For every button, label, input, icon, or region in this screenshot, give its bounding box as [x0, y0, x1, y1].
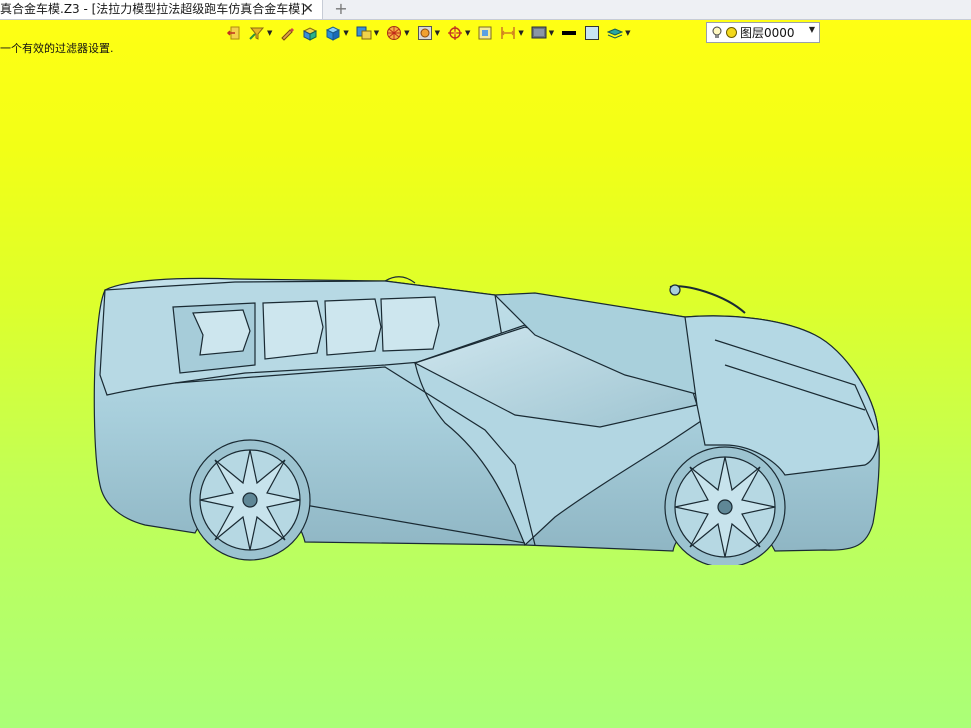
front-wheel — [664, 446, 786, 565]
chevron-down-icon: ▼ — [434, 29, 440, 37]
chevron-down-icon: ▼ — [343, 29, 349, 37]
snap-icon — [417, 26, 432, 40]
measure-button[interactable]: ▼ — [500, 22, 524, 44]
display-button[interactable]: ▼ — [531, 22, 554, 44]
line-color-button[interactable] — [561, 22, 577, 44]
lightbulb-icon — [712, 26, 722, 38]
main-toolbar: ▼ ▼ ▼ ▼ ▼ ▼ ▼ ▼ ▼ — [226, 22, 638, 44]
close-tab-icon[interactable]: ✕ — [300, 1, 316, 17]
fill-color-button[interactable] — [584, 22, 600, 44]
chevron-down-icon: ▼ — [464, 29, 471, 37]
layer-stack-icon — [607, 28, 624, 39]
chevron-down-icon: ▼ — [625, 29, 631, 37]
pencil-icon — [281, 28, 295, 41]
chevron-down-icon: ▼ — [373, 29, 380, 37]
view-mode-icon — [356, 26, 372, 40]
car-model[interactable] — [85, 255, 885, 565]
measure-icon — [501, 27, 516, 39]
line-color-swatch — [562, 31, 577, 35]
dimension-button[interactable] — [477, 22, 493, 44]
pencil-button[interactable] — [279, 22, 295, 44]
chevron-down-icon: ▼ — [267, 29, 273, 37]
fill-color-swatch — [585, 26, 600, 40]
layer-name: 图层0000 — [740, 26, 795, 40]
new-tab-button[interactable]: + — [332, 0, 350, 19]
view-mode-button[interactable]: ▼ — [356, 22, 379, 44]
layer-stack-button[interactable]: ▼ — [607, 22, 631, 44]
layer-color-dot — [726, 27, 737, 38]
status-message: 一个有效的过滤器设置. — [0, 42, 114, 55]
snap-button[interactable]: ▼ — [417, 22, 440, 44]
dimension-icon — [478, 26, 492, 40]
shaded-face-button[interactable] — [302, 22, 318, 44]
display-icon — [531, 26, 547, 39]
globe-button[interactable]: ▼ — [386, 22, 410, 44]
shaded-solid-button[interactable]: ▼ — [325, 22, 349, 44]
shaded-solid-icon — [326, 26, 341, 41]
filter-icon — [249, 27, 265, 40]
document-tab[interactable]: 真合金车模.Z3 - [法拉力模型拉法超级跑车仿真合金车模] ✕ — [0, 0, 323, 19]
shaded-face-icon — [303, 27, 318, 41]
exit-icon — [226, 26, 240, 40]
layer-select[interactable]: 图层0000 ▼ — [706, 22, 820, 43]
chevron-down-icon: ▼ — [808, 25, 815, 34]
document-tab-bar: 真合金车模.Z3 - [法拉力模型拉法超级跑车仿真合金车模] ✕ + — [0, 0, 971, 20]
rear-wheel — [189, 439, 311, 561]
chevron-down-icon: ▼ — [404, 29, 410, 37]
target-button[interactable]: ▼ — [447, 22, 470, 44]
globe-icon — [387, 26, 402, 40]
chevron-down-icon: ▼ — [548, 29, 555, 37]
document-tab-title: 真合金车模.Z3 - [法拉力模型拉法超级跑车仿真合金车模] — [0, 2, 305, 16]
chevron-down-icon: ▼ — [518, 29, 524, 37]
3d-viewport[interactable]: 一个有效的过滤器设置. — [0, 20, 971, 728]
filter-button[interactable]: ▼ — [249, 22, 272, 44]
target-icon — [447, 26, 462, 40]
exit-button[interactable] — [226, 22, 242, 44]
